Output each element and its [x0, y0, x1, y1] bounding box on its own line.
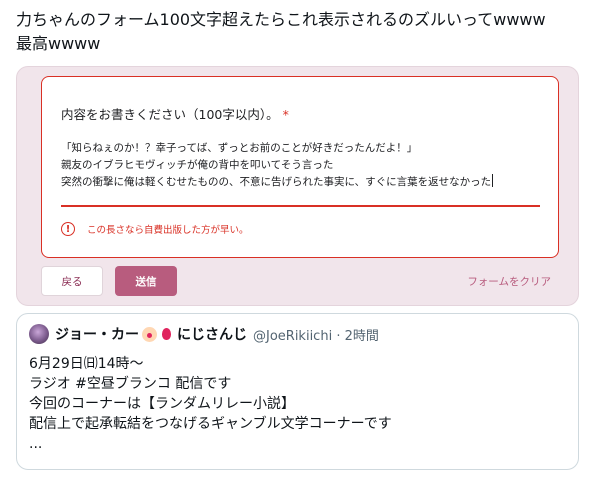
- text-caret: [492, 174, 494, 187]
- answer-underline: [61, 205, 540, 207]
- author-name: ジョー・カー: [55, 327, 139, 343]
- quote-line-3: 今回のコーナーは【ランダムリレー小説】: [29, 396, 295, 412]
- answer-line-3: 突然の衝撃に俺は軽くむせたものの、不意に告げられた事実に、すぐに言葉を返せなかっ…: [61, 176, 492, 188]
- submit-button[interactable]: 送信: [115, 266, 177, 296]
- answer-line-2: 親友のイブラヒモヴィッチが俺の背中を叩いてそう言った: [61, 159, 334, 171]
- required-mark: *: [282, 107, 289, 122]
- error-text: この長さなら自費出版した方が早い。: [87, 225, 249, 236]
- answer-textarea[interactable]: 「知らねぇのか！？幸子ってば、ずっとお前のことが好きだったんだよ！」 親友のイブ…: [61, 140, 551, 191]
- quote-line-2: ラジオ #空昼ブランコ 配信です: [29, 376, 232, 392]
- author-handle: @JoeRikiichi · 2時間: [253, 328, 379, 344]
- quoted-tweet-body: 6月29日㈰14時〜 ラジオ #空昼ブランコ 配信です 今回のコーナーは【ランダ…: [29, 354, 569, 454]
- author-affiliation: にじさんじ: [177, 327, 247, 343]
- embedded-form-card: 内容をお書きください（100字以内）。 * 「知らねぇのか！？幸子ってば、ずっとお…: [16, 66, 579, 306]
- question-box: 内容をお書きください（100字以内）。 * 「知らねぇのか！？幸子ってば、ずっとお…: [41, 76, 559, 258]
- question-label-text: 内容をお書きください（100字以内）。: [61, 107, 279, 122]
- clown-emoji-icon: [142, 326, 157, 342]
- quoted-tweet-card[interactable]: ジョー・カー にじさんじ @JoeRikiichi · 2時間 6月29日㈰14…: [16, 313, 579, 470]
- avatar: [29, 324, 49, 344]
- question-label: 内容をお書きください（100字以内）。 *: [61, 104, 289, 123]
- quote-line-4: 配信上で起承転結をつなげるギャンブル文学コーナーです: [29, 416, 392, 432]
- answer-line-1: 「知らねぇのか！？幸子ってば、ずっとお前のことが好きだったんだよ！」: [61, 142, 418, 154]
- tweet-text: 力ちゃんのフォーム100文字超えたらこれ表示されるのズルいってwwww 最高ww…: [16, 10, 546, 53]
- balloon-emoji-icon: [162, 328, 171, 340]
- back-button[interactable]: 戻る: [41, 266, 103, 296]
- quote-line-5: ...: [29, 436, 43, 452]
- quote-line-1: 6月29日㈰14時〜: [29, 356, 144, 372]
- quoted-tweet-header: ジョー・カー にじさんじ @JoeRikiichi · 2時間: [29, 324, 379, 344]
- clear-form-button[interactable]: フォームをクリア: [467, 266, 551, 296]
- error-message: ! この長さなら自費出版した方が早い。: [61, 220, 249, 238]
- error-icon: !: [61, 222, 75, 236]
